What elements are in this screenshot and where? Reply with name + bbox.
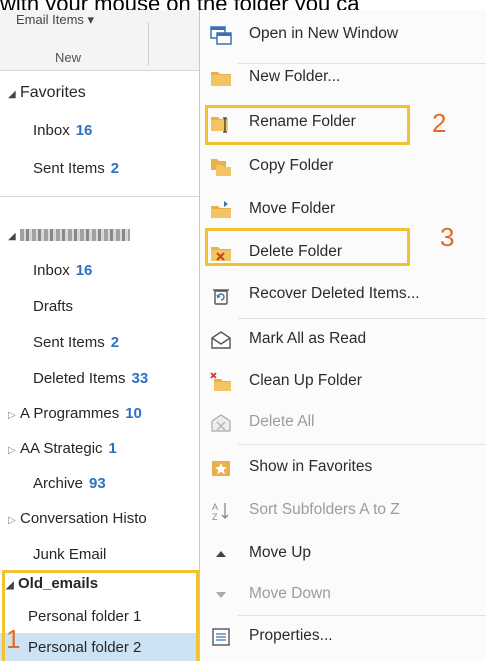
menu-item-open-new-window[interactable]: Open in New Window [200, 15, 486, 55]
menu-item-recover-deleted[interactable]: Recover Deleted Items... [200, 275, 486, 315]
annotation-number-2: 2 [432, 108, 447, 138]
ribbon-group-new: New [55, 50, 82, 65]
arrow-down-icon [216, 592, 226, 598]
annotation-box-1 [2, 570, 199, 661]
delete-all-icon [211, 414, 231, 432]
favorites-header[interactable]: ◢ Favorites [8, 84, 86, 102]
ribbon-strip: Email Items ▾ New [0, 10, 205, 71]
annotation-box-3 [205, 228, 410, 266]
annotation-box-2 [205, 105, 410, 145]
menu-separator [238, 444, 486, 445]
clean-up-icon [210, 372, 231, 391]
ribbon-separator [148, 22, 149, 66]
move-folder-icon [211, 201, 231, 218]
annotation-number-3: 3 [440, 222, 455, 252]
account-deleted-items[interactable]: Deleted Items 33 [33, 370, 148, 387]
account-header[interactable]: ◢ [8, 226, 130, 244]
menu-item-mark-all-read[interactable]: Mark All as Read [200, 320, 486, 360]
collapsed-triangle-icon[interactable]: ▷ [8, 515, 20, 526]
svg-text:A: A [212, 502, 218, 512]
favorites-sent-items[interactable]: Sent Items 2 [33, 160, 119, 177]
menu-item-show-favorites[interactable]: Show in Favorites [200, 448, 486, 488]
menu-item-new-folder[interactable]: New Folder... [200, 58, 486, 98]
expand-triangle-icon[interactable]: ◢ [8, 231, 20, 242]
envelope-open-icon [211, 331, 231, 349]
recover-items-icon [213, 289, 229, 305]
account-sent-items[interactable]: Sent Items 2 [33, 334, 119, 351]
menu-item-sort-subfolders[interactable]: A Z Sort Subfolders A to Z [200, 491, 486, 531]
email-items-button[interactable]: Email Items ▾ [16, 12, 94, 28]
sort-az-icon: A Z [212, 502, 229, 521]
menu-separator [238, 318, 486, 319]
account-archive[interactable]: Archive 93 [33, 475, 106, 492]
annotation-number-1: 1 [6, 624, 21, 654]
menu-item-delete-all[interactable]: Delete All [200, 403, 486, 443]
new-folder-icon [211, 72, 231, 86]
account-junk-email[interactable]: Junk Email [33, 546, 106, 563]
context-menu: Open in New Window New Folder... Rename … [199, 10, 486, 661]
menu-item-copy-folder[interactable]: Copy Folder [200, 147, 486, 187]
copy-folder-icon [211, 159, 231, 176]
properties-icon [212, 628, 230, 646]
expand-triangle-icon[interactable]: ◢ [8, 89, 20, 100]
account-aa-strategic[interactable]: ▷ AA Strategic 1 [8, 440, 117, 457]
new-window-icon [210, 26, 232, 45]
menu-item-move-up[interactable]: Move Up [200, 534, 486, 574]
favorites-inbox[interactable]: Inbox 16 [33, 122, 92, 139]
collapsed-triangle-icon[interactable]: ▷ [8, 410, 20, 421]
menu-item-clean-up[interactable]: Clean Up Folder [200, 362, 486, 402]
favorites-star-icon [212, 461, 230, 476]
account-a-programmes[interactable]: ▷ A Programmes 10 [8, 405, 142, 422]
arrow-up-icon [216, 551, 226, 557]
menu-separator [238, 615, 486, 616]
pane-divider [0, 196, 205, 197]
account-conversation-history[interactable]: ▷ Conversation Histo [8, 510, 147, 527]
account-drafts[interactable]: Drafts [33, 298, 73, 315]
menu-item-move-down[interactable]: Move Down [200, 575, 486, 615]
account-inbox[interactable]: Inbox 16 [33, 262, 92, 279]
collapsed-triangle-icon[interactable]: ▷ [8, 445, 20, 456]
blurred-account-name [20, 228, 130, 241]
svg-text:Z: Z [212, 512, 218, 521]
menu-item-properties[interactable]: Properties... [200, 617, 486, 657]
